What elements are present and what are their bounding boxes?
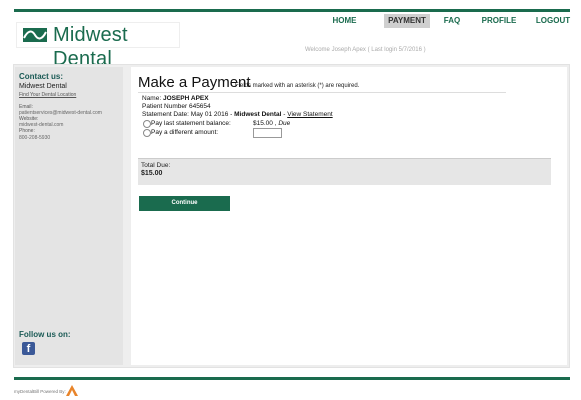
- statement-row: Statement Date: May 01 2016 - Midwest De…: [142, 111, 333, 118]
- patient-name-row: Name: JOSEPH APEX: [142, 95, 209, 102]
- follow-title: Follow us on:: [19, 330, 71, 339]
- footer-powered-by: myDentalBill Powered By:: [14, 389, 66, 394]
- phone-label: Phone:: [19, 128, 35, 134]
- find-location-link[interactable]: Find Your Dental Location: [19, 92, 76, 98]
- pay-different-label[interactable]: Pay a different amount:: [151, 129, 218, 136]
- statement-date: Statement Date: May 01 2016 -: [142, 111, 235, 118]
- balance-amount-row: $15.00 , Due: [253, 120, 290, 127]
- pay-different-radio[interactable]: [143, 129, 151, 137]
- total-due-box: Total Due: $15.00: [138, 158, 551, 185]
- sidebar: Contact us: Midwest Dental Find Your Den…: [15, 67, 123, 365]
- nav-profile[interactable]: PROFILE: [479, 14, 519, 28]
- pay-last-balance-label[interactable]: Pay last statement balance:: [151, 120, 231, 127]
- payment-panel: Make a Payment Fields marked with an ast…: [131, 67, 567, 365]
- name-value: JOSEPH APEX: [162, 95, 209, 102]
- total-due-value: $15.00: [141, 170, 163, 177]
- pay-last-balance-radio[interactable]: [143, 120, 151, 128]
- different-amount-input[interactable]: [253, 128, 282, 138]
- top-accent-bar: [14, 9, 570, 12]
- brand-logo[interactable]: Midwest Dental: [16, 22, 180, 70]
- contact-title: Contact us:: [19, 72, 63, 81]
- bottom-accent-bar: [14, 377, 570, 380]
- practice-name: Midwest Dental: [19, 83, 67, 90]
- statement-practice: Midwest Dental: [234, 111, 282, 118]
- nav-logout[interactable]: LOGOUT: [532, 14, 574, 28]
- powered-by-logo-icon: [66, 385, 78, 396]
- facebook-icon[interactable]: f: [22, 342, 35, 355]
- phone-value: 800-208-5930: [19, 135, 51, 141]
- name-label: Name:: [142, 95, 162, 102]
- view-statement-link[interactable]: View Statement: [287, 111, 332, 118]
- page-title: Make a Payment: [138, 74, 251, 91]
- nav-faq[interactable]: FAQ: [438, 14, 466, 28]
- total-due-label: Total Due:: [141, 162, 171, 169]
- continue-button[interactable]: Continue: [139, 196, 230, 211]
- patient-number: Patient Number 645654: [142, 103, 211, 110]
- nav-payment[interactable]: PAYMENT: [384, 14, 430, 28]
- required-note: Fields marked with an asterisk (*) are r…: [235, 83, 360, 89]
- wave-logo-icon: [23, 28, 47, 42]
- balance-status: Due: [278, 120, 291, 127]
- title-divider: [138, 92, 506, 93]
- nav-home[interactable]: HOME: [322, 14, 367, 28]
- balance-amount: $15.00: [253, 120, 273, 127]
- welcome-message: Welcome Joseph Apex ( Last login 5/7/201…: [305, 47, 426, 53]
